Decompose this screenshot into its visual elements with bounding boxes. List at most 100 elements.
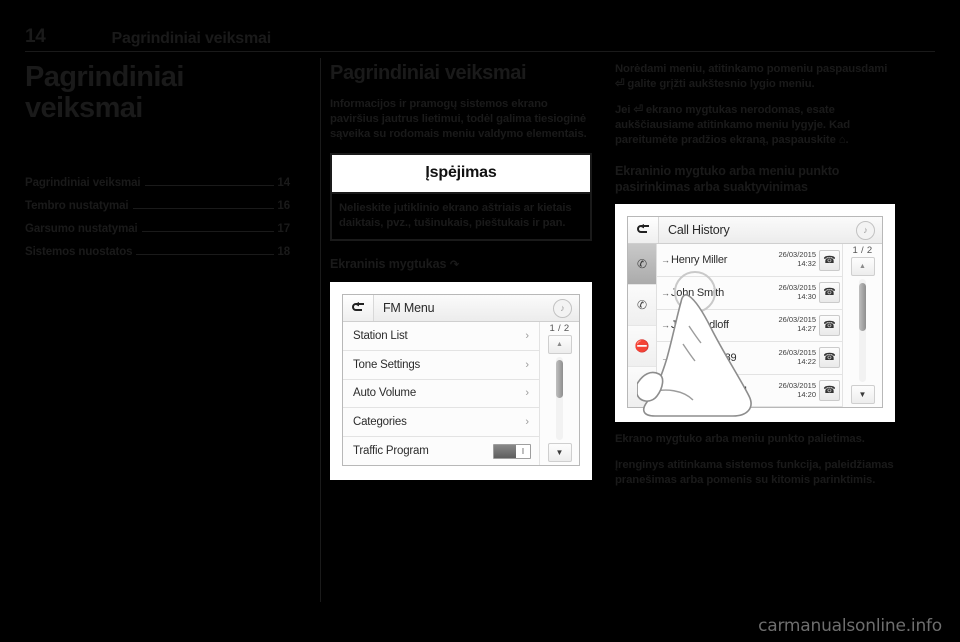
- direction-arrow-icon: →: [661, 287, 670, 298]
- list-item[interactable]: Traffic Program I: [343, 437, 539, 465]
- table-row[interactable]: → +491234567891 26/03/2015 14:20 ☎: [657, 375, 842, 408]
- call-history-title: Call History: [668, 223, 730, 238]
- back-arrow-icon[interactable]: [628, 217, 659, 244]
- direction-arrow-icon: →: [661, 352, 670, 363]
- call-timestamp: 26/03/2015 14:32: [778, 250, 816, 269]
- list-item[interactable]: Auto Volume ›: [343, 380, 539, 409]
- toc-leader: [136, 253, 275, 255]
- call-date: 26/03/2015: [778, 380, 816, 390]
- chevron-right-icon: ›: [525, 329, 529, 342]
- scroll-thumb[interactable]: [859, 283, 866, 331]
- outgoing-call-icon[interactable]: ✆: [628, 367, 656, 408]
- chevron-right-icon: ›: [525, 387, 529, 400]
- toc-leader: [132, 207, 275, 209]
- subsection-heading-select-activate: Ekraninio mygtuko arba meniu punkto pasi…: [615, 164, 840, 194]
- list-item-label: Categories: [353, 416, 407, 429]
- toc-label: Garsumo nustatymai: [25, 222, 138, 235]
- missed-call-icon[interactable]: ⛔: [628, 326, 656, 368]
- list-item-label: Traffic Program: [353, 445, 429, 458]
- phone-icon[interactable]: ☎: [819, 380, 840, 401]
- traffic-program-toggle[interactable]: I: [493, 443, 531, 459]
- incoming-call-icon[interactable]: ✆: [628, 285, 656, 327]
- call-time: 14:30: [797, 291, 816, 301]
- call-timestamp: 26/03/2015 14:22: [778, 348, 816, 367]
- music-note-icon[interactable]: ♪: [553, 298, 572, 318]
- table-of-contents: Pagrindiniai veiksmai 14 Tembro nustatym…: [25, 177, 290, 258]
- toc-entry[interactable]: Garsumo nustatymai 17: [25, 223, 290, 235]
- chevron-up-icon[interactable]: ▲: [850, 257, 875, 277]
- phone-icon[interactable]: ☎: [819, 314, 840, 336]
- phone-icon[interactable]: ☎: [819, 282, 840, 304]
- back-arrow-icon: ↶: [449, 259, 459, 272]
- call-history-screenshot: Call History ♪ ✆ ✆ ⛔ ✆ → Henry Miller 26…: [615, 204, 895, 423]
- call-time: 14:32: [797, 259, 816, 269]
- call-history-device: Call History ♪ ✆ ✆ ⛔ ✆ → Henry Miller 26…: [627, 216, 883, 409]
- call-timestamp: 26/03/2015 14:20: [778, 380, 816, 400]
- intro-paragraph: Informacijos ir pramogų sistemos ekrano …: [330, 98, 587, 141]
- toc-label: Sistemos nuostatos: [25, 245, 133, 258]
- phone-icon[interactable]: ☎: [819, 249, 840, 271]
- chevron-right-icon: ›: [525, 416, 529, 429]
- table-row[interactable]: → +4912356789 26/03/2015 14:22 ☎: [657, 342, 842, 375]
- chevron-up-icon[interactable]: ▲: [547, 335, 572, 354]
- list-item[interactable]: Tone Settings ›: [343, 351, 539, 380]
- fm-menu-title: FM Menu: [383, 301, 435, 315]
- call-history-titlebar: Call History ♪: [628, 217, 882, 245]
- toc-entry[interactable]: Sistemos nuostatos 18: [25, 246, 290, 258]
- page-indicator: 1 / 2: [549, 323, 570, 334]
- phone-icon[interactable]: ☎: [819, 347, 840, 369]
- table-row[interactable]: → Henry Miller 26/03/2015 14:32 ☎: [657, 244, 842, 277]
- call-history-body: ✆ ✆ ⛔ ✆ → Henry Miller 26/03/2015 14:32: [628, 244, 882, 408]
- fm-menu-screenshot: FM Menu ♪ Station List › Tone Settings ›: [330, 282, 592, 480]
- music-note-icon[interactable]: ♪: [856, 220, 875, 240]
- contact-name: John Smith: [671, 286, 725, 299]
- toc-page: 16: [277, 199, 290, 212]
- call-date: 26/03/2015: [778, 250, 816, 260]
- toggle-off-segment: I: [516, 444, 530, 458]
- caption-1: Ekrano mygtuko arba meniu punkto palieti…: [615, 433, 865, 446]
- table-row[interactable]: → Julia Rudloff 26/03/2015 14:27 ☎: [657, 310, 842, 343]
- warning-text: Nelieskite jutiklinio ekrano aštriais ar…: [332, 194, 590, 240]
- call-history-list: → Henry Miller 26/03/2015 14:32 ☎ → John…: [657, 244, 842, 408]
- chevron-down-icon[interactable]: ▼: [547, 443, 572, 462]
- contact-name: +4912356789: [671, 351, 737, 364]
- toc-leader: [141, 230, 275, 232]
- list-item-label: Auto Volume: [353, 387, 417, 400]
- contact-name: Julia Rudloff: [671, 319, 729, 332]
- subsection-heading-screen-button: Ekraninis mygtukas ↶: [330, 257, 592, 273]
- fm-menu-device: FM Menu ♪ Station List › Tone Settings ›: [342, 294, 580, 466]
- table-row[interactable]: → John Smith 26/03/2015 14:30 ☎: [657, 277, 842, 310]
- direction-arrow-icon: →: [661, 320, 670, 331]
- contact-name: +491234567891: [671, 384, 749, 397]
- warning-heading: Įspėjimas: [332, 155, 590, 195]
- back-arrow-icon[interactable]: [343, 295, 374, 321]
- toc-label: Tembro nustatymai: [25, 199, 129, 212]
- chevron-right-icon: ›: [525, 358, 529, 371]
- list-item-label: Station List: [353, 329, 408, 342]
- toc-entry[interactable]: Pagrindiniai veiksmai 14: [25, 177, 290, 189]
- fm-menu-list: Station List › Tone Settings › Auto Volu…: [343, 322, 539, 465]
- toc-entry[interactable]: Tembro nustatymai 16: [25, 200, 290, 212]
- fm-menu-titlebar: FM Menu ♪: [343, 295, 579, 322]
- fm-menu-scrollbar[interactable]: 1 / 2 ▲ ▼: [539, 322, 579, 465]
- scroll-thumb[interactable]: [556, 360, 563, 399]
- call-filter-rail: ✆ ✆ ⛔ ✆: [628, 244, 657, 408]
- all-calls-icon[interactable]: ✆: [628, 244, 656, 286]
- list-item[interactable]: Categories ›: [343, 408, 539, 438]
- column-divider-1: [320, 58, 322, 602]
- column-right: Norėdami meniu, atitinkamo pomeniu paspa…: [615, 62, 895, 606]
- call-date: 26/03/2015: [778, 282, 816, 292]
- page-number: 14: [25, 26, 46, 47]
- scroll-track[interactable]: [859, 279, 866, 383]
- call-history-scrollbar[interactable]: 1 / 2 ▲ ▼: [842, 244, 882, 408]
- call-time: 14:27: [797, 324, 816, 334]
- scroll-track[interactable]: [556, 357, 563, 440]
- list-item[interactable]: Station List ›: [343, 322, 539, 351]
- toc-page: 17: [277, 222, 290, 235]
- paragraph-2: Jei ⏎ ekrano mygtukas nerodomas, esate a…: [615, 104, 851, 147]
- subsection-heading-label: Ekraninis mygtukas: [330, 257, 447, 272]
- fm-menu-body: Station List › Tone Settings › Auto Volu…: [343, 322, 579, 465]
- toc-page: 18: [277, 245, 290, 258]
- direction-arrow-icon: →: [661, 385, 670, 396]
- chevron-down-icon[interactable]: ▼: [850, 385, 875, 405]
